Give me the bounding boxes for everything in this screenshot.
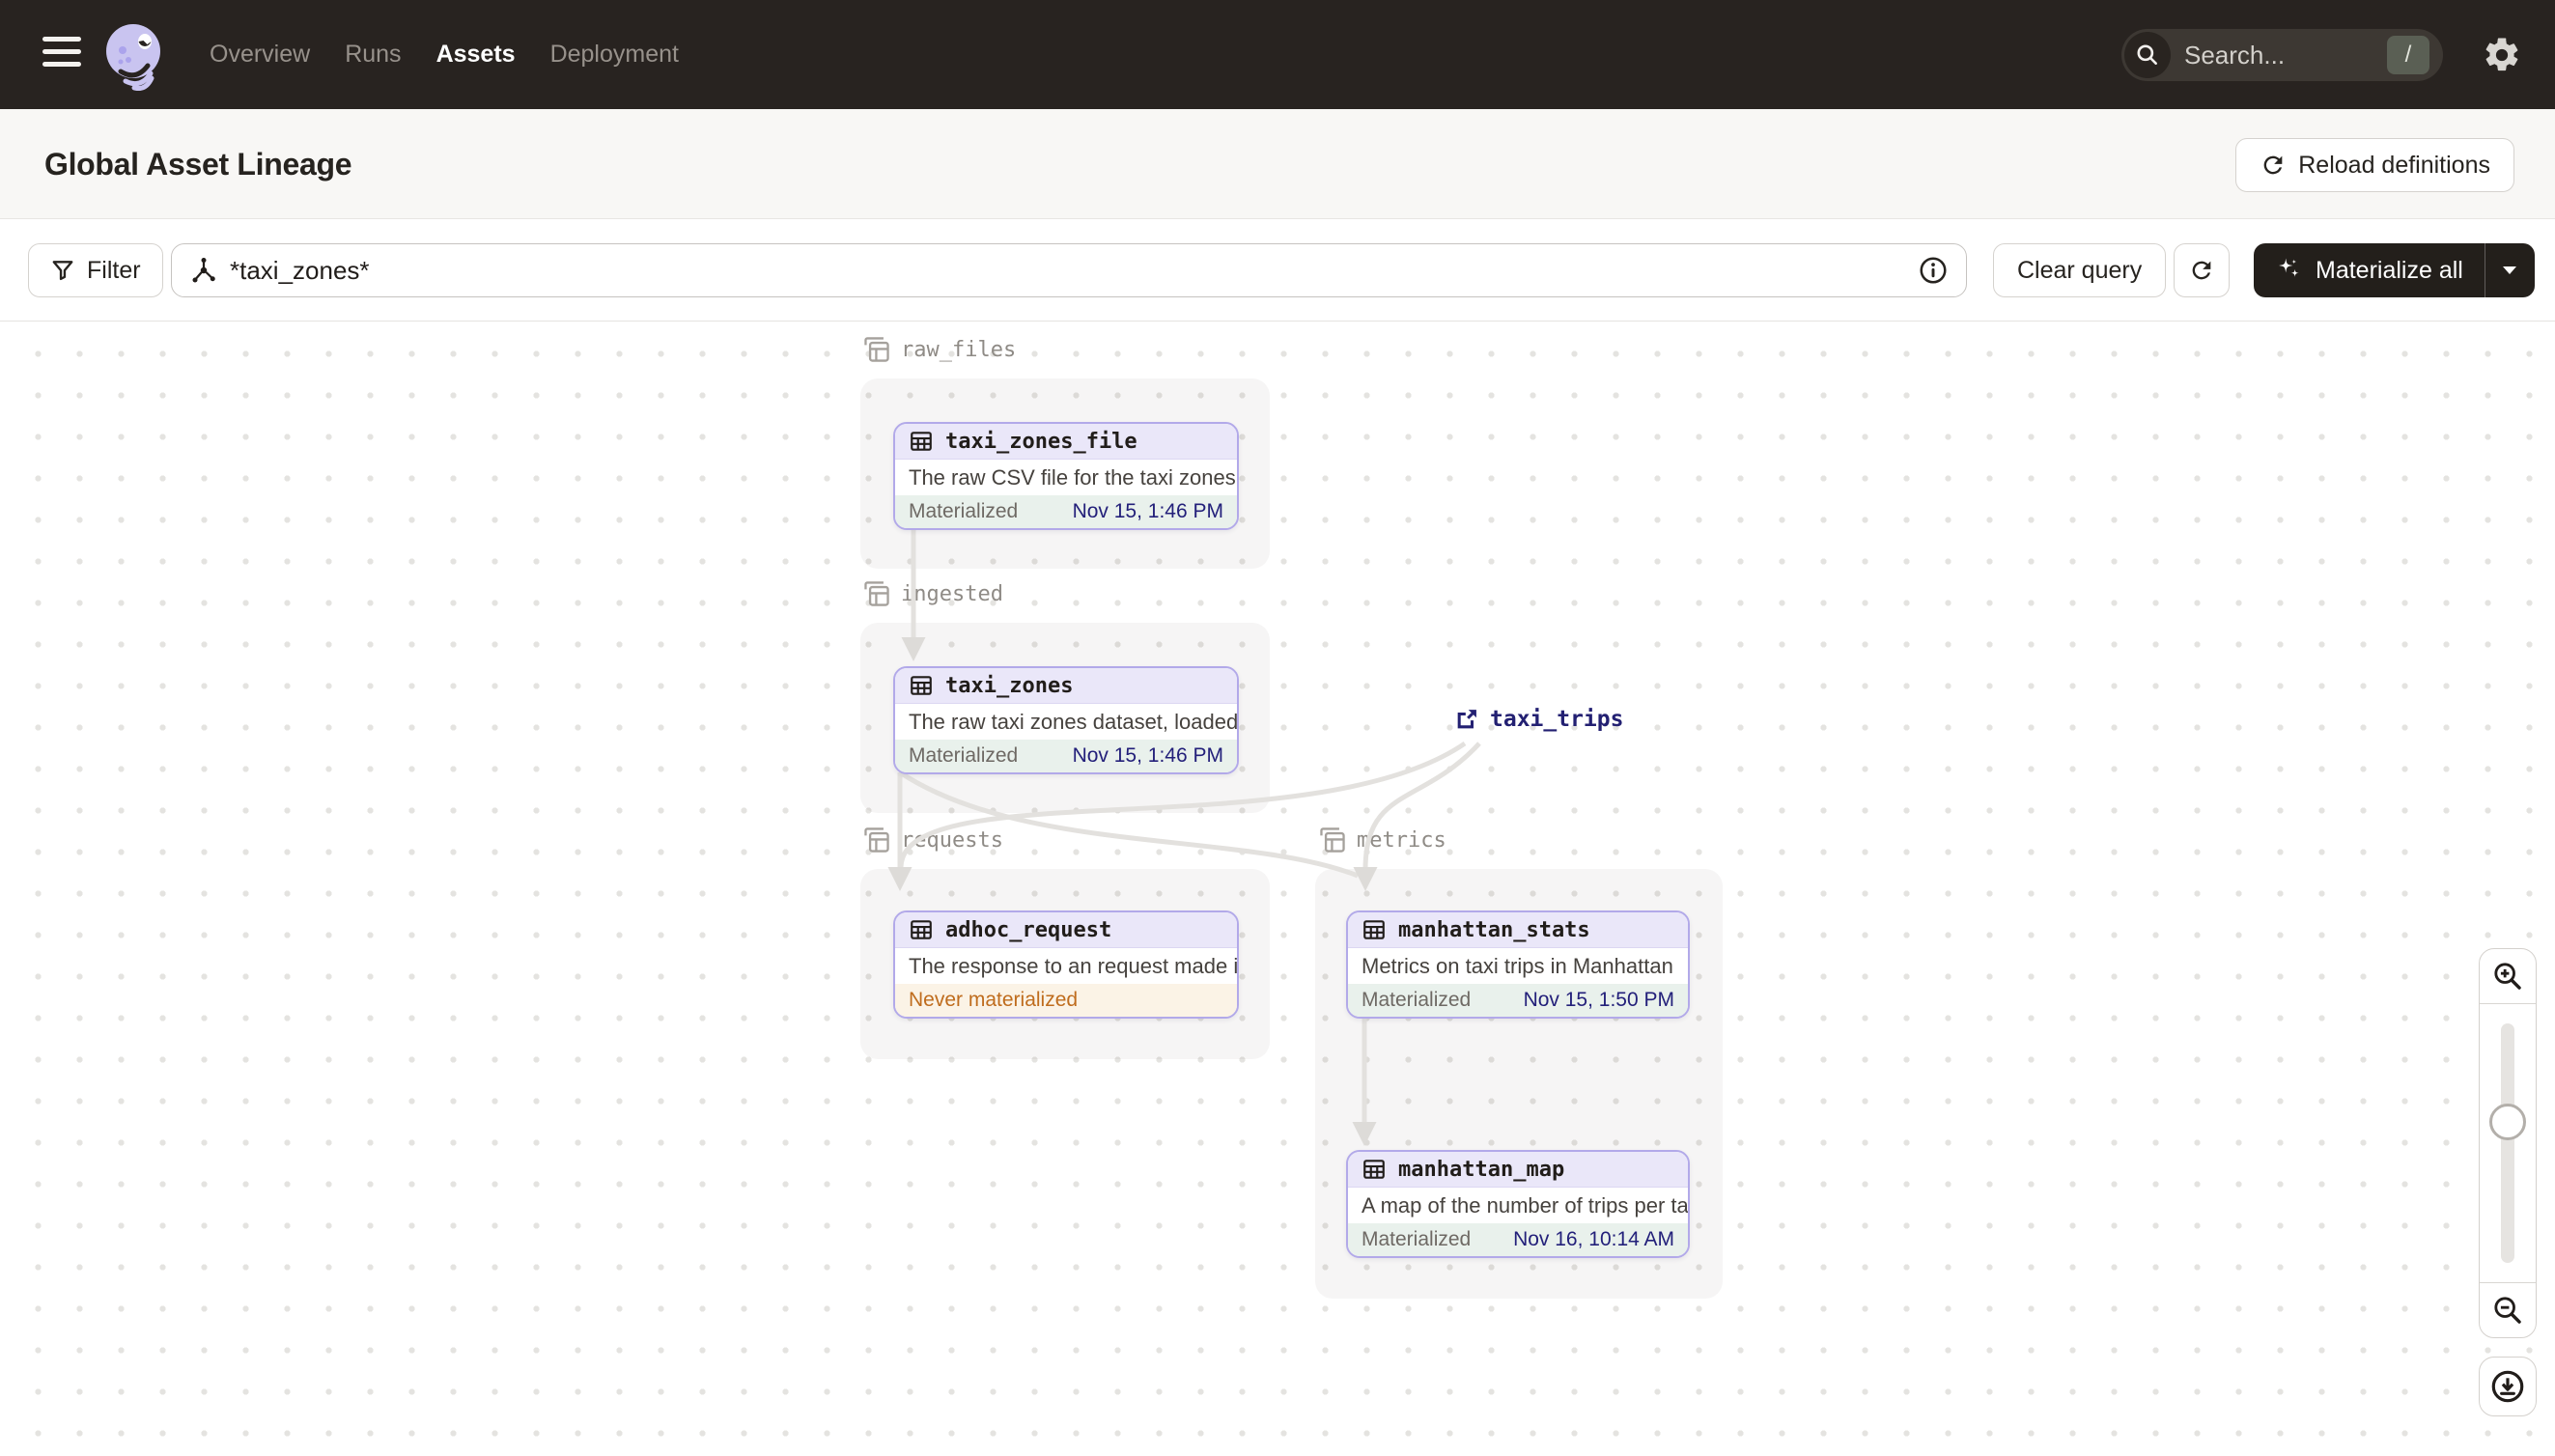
node-description: Metrics on taxi trips in Manhattan bbox=[1362, 953, 1673, 978]
node-title: manhattan_map bbox=[1398, 1157, 1565, 1182]
nav-item-assets[interactable]: Assets bbox=[436, 41, 516, 69]
external-link-icon bbox=[1457, 710, 1476, 729]
zoom-in-button[interactable] bbox=[2480, 949, 2536, 1003]
asset-selection-value: *taxi_zones* bbox=[230, 255, 370, 285]
download-image-button[interactable] bbox=[2479, 1357, 2537, 1416]
search-shortcut-badge: / bbox=[2387, 36, 2429, 74]
node-status: Materialized bbox=[1362, 1228, 1472, 1250]
settings-button[interactable] bbox=[2482, 35, 2522, 75]
asset-node-manhattan-map[interactable]: manhattan_map A map of the number of tri… bbox=[1346, 1150, 1690, 1258]
refresh-icon bbox=[2263, 155, 2283, 175]
node-description: The raw taxi zones dataset, loaded int… bbox=[909, 709, 1237, 734]
zoom-slider-track[interactable] bbox=[2501, 1023, 2514, 1263]
table-icon bbox=[911, 920, 932, 939]
node-timestamp[interactable]: Nov 15, 1:50 PM bbox=[1524, 989, 1674, 1012]
zoom-out-button[interactable] bbox=[2480, 1283, 2536, 1337]
node-timestamp[interactable]: Nov 15, 1:46 PM bbox=[1073, 744, 1223, 768]
nav-item-deployment[interactable]: Deployment bbox=[550, 41, 679, 69]
reload-definitions-button[interactable]: Reload definitions bbox=[2235, 138, 2514, 192]
refresh-graph-button[interactable] bbox=[2174, 243, 2230, 297]
lineage-toolbar: Filter *taxi_zones* Clear query Material… bbox=[0, 219, 2555, 322]
clear-query-button[interactable]: Clear query bbox=[1993, 243, 2167, 297]
table-icon bbox=[911, 676, 932, 695]
node-description: A map of the number of trips per taxi z… bbox=[1362, 1192, 1688, 1218]
hamburger-icon bbox=[42, 37, 81, 42]
refresh-icon bbox=[2192, 261, 2211, 280]
node-description: The response to an request made in th… bbox=[909, 953, 1237, 978]
materialize-options-caret[interactable] bbox=[2484, 243, 2535, 297]
top-nav-bar: Overview Runs Assets Deployment Search..… bbox=[0, 0, 2555, 109]
page-title: Global Asset Lineage bbox=[44, 146, 352, 182]
lineage-edges bbox=[887, 528, 1481, 1146]
primary-nav: Overview Runs Assets Deployment bbox=[210, 0, 679, 109]
node-title: taxi_zones_file bbox=[945, 429, 1137, 454]
node-title: adhoc_request bbox=[945, 917, 1112, 942]
zoom-slider[interactable] bbox=[2480, 1003, 2536, 1283]
node-description: The raw CSV file for the taxi zones dat… bbox=[909, 464, 1237, 490]
node-timestamp[interactable]: Nov 16, 10:14 AM bbox=[1513, 1228, 1674, 1251]
page-header: Global Asset Lineage Reload definitions bbox=[0, 109, 2555, 219]
asset-node-adhoc-request[interactable]: adhoc_request The response to an request… bbox=[893, 910, 1239, 1019]
node-status: Materialized bbox=[1362, 989, 1472, 1011]
node-status: Materialized bbox=[909, 744, 1019, 767]
node-title: taxi_zones bbox=[945, 673, 1074, 698]
zoom-in-icon bbox=[2494, 963, 2521, 990]
graph-selector-icon bbox=[192, 258, 215, 283]
sparkles-icon bbox=[2278, 258, 2299, 277]
node-status: Never materialized bbox=[909, 989, 1079, 1011]
asset-node-manhattan-stats[interactable]: manhattan_stats Metrics on taxi trips in… bbox=[1346, 910, 1690, 1019]
node-status: Materialized bbox=[909, 500, 1019, 522]
lineage-canvas[interactable]: raw_files ingested requests metrics taxi… bbox=[0, 322, 2555, 1456]
asset-selection-input[interactable]: *taxi_zones* bbox=[171, 243, 1967, 297]
search-input[interactable]: Search... / bbox=[2121, 29, 2443, 81]
filter-icon bbox=[52, 261, 73, 281]
asset-node-taxi-zones-file[interactable]: taxi_zones_file The raw CSV file for the… bbox=[893, 422, 1239, 530]
caret-down-icon bbox=[2503, 266, 2517, 274]
asset-node-taxi-zones[interactable]: taxi_zones The raw taxi zones dataset, l… bbox=[893, 666, 1239, 774]
zoom-controls bbox=[2479, 948, 2537, 1338]
gear-icon bbox=[2485, 38, 2518, 71]
table-icon bbox=[911, 432, 932, 451]
edge-taxi_trips-manhattan_stats bbox=[1353, 742, 1481, 891]
table-icon bbox=[1363, 920, 1385, 939]
node-timestamp[interactable]: Nov 15, 1:46 PM bbox=[1073, 500, 1223, 523]
nav-item-runs[interactable]: Runs bbox=[345, 41, 401, 69]
dagster-logo bbox=[101, 21, 169, 91]
query-info-icon[interactable] bbox=[1918, 255, 1949, 286]
materialize-all-button[interactable]: Materialize all bbox=[2254, 243, 2485, 297]
search-icon bbox=[2124, 32, 2171, 78]
zoom-slider-thumb[interactable] bbox=[2489, 1104, 2526, 1140]
table-icon bbox=[1363, 1160, 1385, 1179]
nav-item-overview[interactable]: Overview bbox=[210, 41, 310, 69]
node-title: manhattan_stats bbox=[1398, 917, 1590, 942]
download-icon bbox=[2491, 1370, 2524, 1403]
filter-button[interactable]: Filter bbox=[28, 243, 163, 297]
search-placeholder: Search... bbox=[2184, 40, 2286, 70]
dagster-app: Overview Runs Assets Deployment Search..… bbox=[0, 0, 2555, 1456]
zoom-out-icon bbox=[2494, 1297, 2521, 1324]
hamburger-menu-button[interactable] bbox=[42, 37, 81, 72]
materialize-all-split-button: Materialize all bbox=[2254, 243, 2535, 297]
external-asset-taxi-trips[interactable]: taxi_trips bbox=[1453, 706, 1623, 733]
